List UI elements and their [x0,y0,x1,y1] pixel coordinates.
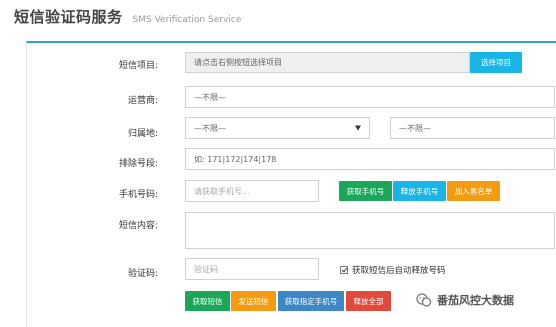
release-phone-button[interactable]: 释放手机号 [393,181,446,201]
exclude-input[interactable]: 如: 171|172|174|178 [185,148,555,170]
add-blacklist-button[interactable]: 加入黑名单 [447,181,500,201]
code-label: 验证码: [127,269,158,279]
operator-select-value: —不限— [194,92,226,102]
project-label: 短信项目: [118,61,158,71]
code-input[interactable]: 验证码 [185,258,319,280]
get-phone-button[interactable]: 获取手机号 [339,181,392,201]
page-header: 短信验证码服务 SMS Verification Service [14,6,241,30]
province-select[interactable]: —不限— [185,117,370,139]
get-sms-button[interactable]: 获取短信 [185,291,230,311]
send-sms-button[interactable]: 发送短信 [231,291,276,311]
city-select[interactable]: —不限— [390,117,555,139]
get-specified-phone-button[interactable]: 获取指定手机号 [278,291,344,311]
select-project-button[interactable]: 选择项目 [470,52,522,73]
content-label: 短信内容: [118,221,158,231]
sms-content-textarea[interactable] [185,212,555,249]
location-label: 归属地: [127,129,158,139]
watermark-text: 番茄风控大数据 [437,294,514,307]
page-subtitle: SMS Verification Service [132,15,242,25]
chevron-down-icon [355,125,361,131]
city-select-value: —不限— [399,123,431,133]
operator-select[interactable]: —不限— [185,86,555,108]
auto-release-label: 获取短信后自动释放号码 [352,266,446,276]
code-input-placeholder: 验证码 [194,264,218,274]
operator-label: 运营商: [127,96,158,106]
phone-input[interactable]: 请获取手机号... [185,180,319,202]
auto-release-checkbox[interactable]: 获取短信后自动释放号码 [340,264,446,276]
project-field-value: 请点击右侧按钮选择项目 [194,58,282,67]
exclude-input-placeholder: 如: 171|172|174|178 [194,154,277,164]
province-select-value: —不限— [194,123,226,133]
release-all-button[interactable]: 释放全部 [346,291,391,311]
exclude-label: 排除号段: [118,159,158,169]
phone-input-placeholder: 请获取手机号... [194,186,250,196]
wechat-logo-icon [416,293,432,307]
checkbox-checked-icon[interactable] [340,266,348,274]
watermark: 番茄风控大数据 [416,292,514,308]
page-title: 短信验证码服务 [14,8,123,26]
phone-label: 手机号码: [118,190,158,200]
project-field[interactable]: 请点击右侧按钮选择项目 [185,52,470,73]
